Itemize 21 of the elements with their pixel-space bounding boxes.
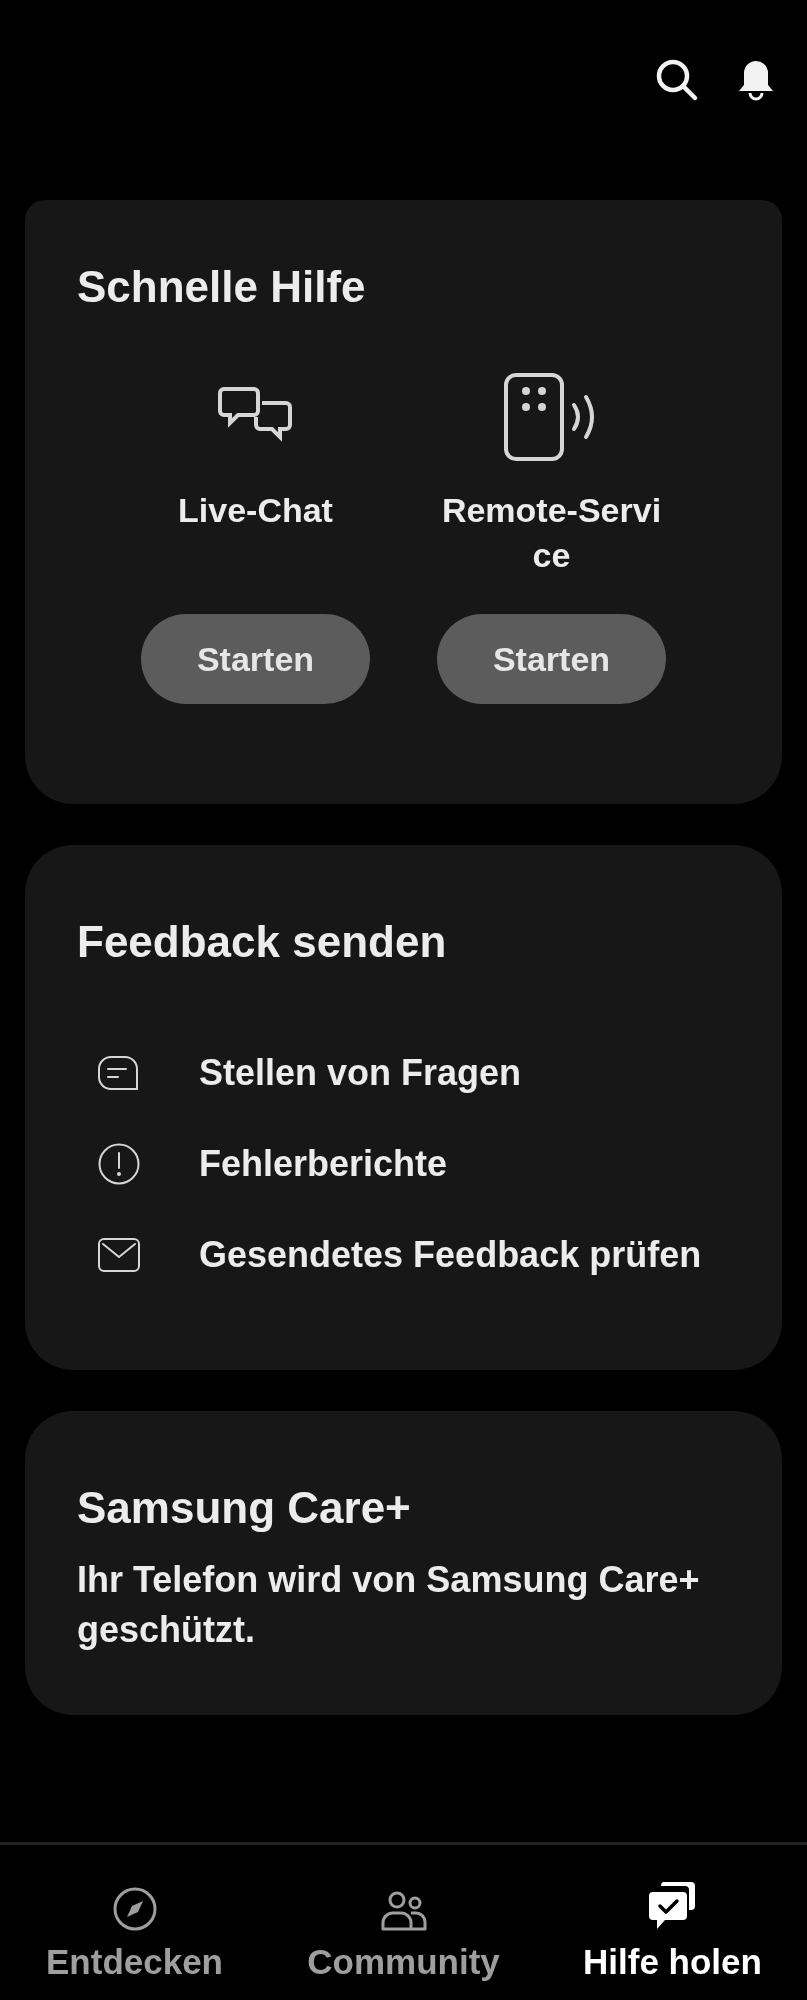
feedback-option[interactable]: Stellen von Fragen — [199, 1047, 730, 1098]
compass-icon — [111, 1886, 158, 1932]
message-icon — [97, 1054, 139, 1091]
card-title: Feedback senden — [77, 917, 448, 967]
envelope-icon — [97, 1236, 141, 1273]
card-title: Samsung Care+ — [77, 1483, 412, 1533]
nav-tab[interactable]: Entdecken — [46, 1942, 223, 1982]
exclamation-circle-icon — [97, 1141, 141, 1186]
feedback-option[interactable]: Gesendetes Feedback prüfen — [199, 1229, 730, 1280]
search-icon[interactable] — [655, 58, 699, 102]
bell-icon[interactable] — [737, 58, 775, 102]
nav-tab[interactable]: Community — [307, 1942, 500, 1982]
care-description: Ihr Telefon wird von Samsung Care+ geschützt. — [77, 1558, 701, 1652]
start-button[interactable]: Starten — [436, 614, 667, 704]
start-button[interactable]: Starten — [140, 614, 371, 704]
people-icon — [379, 1890, 428, 1932]
feedback-option[interactable]: Fehlerberichte — [199, 1138, 730, 1189]
option-label: Live-Chat — [177, 490, 334, 531]
card-title: Schnelle Hilfe — [77, 262, 367, 312]
option-label: Remote-Service — [440, 490, 663, 576]
nav-tab[interactable]: Hilfe holen — [583, 1942, 762, 1982]
